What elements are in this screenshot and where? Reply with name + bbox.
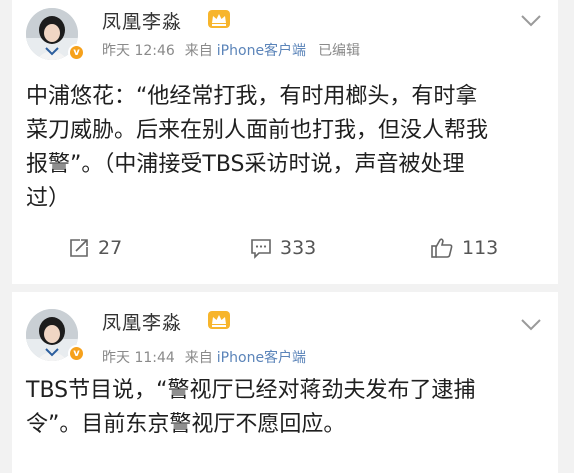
comment-button[interactable]: 333 <box>250 228 316 268</box>
repost-count: 27 <box>98 237 123 259</box>
crown-icon[interactable] <box>208 311 230 329</box>
chevron-down-icon[interactable] <box>520 318 542 332</box>
source-device-link[interactable]: iPhone客户端 <box>217 350 306 366</box>
username[interactable]: 凤凰李淼 <box>102 7 182 34</box>
repost-icon <box>70 239 88 257</box>
verified-badge-icon: v <box>68 44 85 61</box>
post-text: 中浦悠花：“他经常打我，有时用榔头，有时拿 菜刀威胁。后来在别人面前也打我，但没… <box>26 80 546 216</box>
repost-button[interactable]: 27 <box>68 228 122 268</box>
post-text-line: TBS节目说，“警视厅已经对蒋劲夫发布了逮捕 <box>26 378 476 403</box>
verified-badge-icon: v <box>68 345 85 362</box>
post-text-line: 令”。目前东京警视厅不愿回应。 <box>26 412 346 437</box>
post-text: TBS节目说，“警视厅已经对蒋劲夫发布了逮捕 令”。目前东京警视厅不愿回应。 <box>26 374 546 442</box>
post-time[interactable]: 昨天 11:44 <box>102 350 175 366</box>
like-button[interactable]: 113 <box>430 228 498 268</box>
post-text-line: 过） <box>26 186 71 211</box>
post-meta: 昨天 12:46 来自 iPhone客户端 已编辑 <box>102 40 370 60</box>
edited-label: 已编辑 <box>318 43 361 59</box>
like-count: 113 <box>462 237 499 259</box>
source-prefix: 来自 <box>184 43 213 59</box>
thumbs-up-icon <box>431 238 453 258</box>
source-prefix: 来自 <box>184 350 213 366</box>
crown-icon[interactable] <box>208 10 230 28</box>
post-text-line: 菜刀威胁。后来在别人面前也打我，但没人帮我 <box>26 118 489 143</box>
comment-icon <box>251 239 271 259</box>
comment-count: 333 <box>280 237 317 259</box>
post-meta: 昨天 11:44 来自 iPhone客户端 <box>102 347 318 367</box>
username[interactable]: 凤凰李淼 <box>102 308 182 335</box>
post-text-line: 中浦悠花：“他经常打我，有时用榔头，有时拿 <box>26 84 478 109</box>
chevron-down-icon[interactable] <box>520 14 542 28</box>
weibo-post-2: v 凤凰李淼 昨天 11:44 来自 iPhone客户端 TBS节目说，“警视厅已经… <box>12 292 558 473</box>
weibo-post-1: v 凤凰李淼 昨天 12:46 来自 iPhone客户端 已编辑 中浦悠花：“他经常打… <box>12 0 558 284</box>
post-time[interactable]: 昨天 12:46 <box>102 43 175 59</box>
source-device-link[interactable]: iPhone客户端 <box>217 43 306 59</box>
post-text-line: 报警”。（中浦接受TBS采访时说，声音被处理 <box>26 152 465 177</box>
action-bar: 27 333 113 <box>12 228 558 268</box>
